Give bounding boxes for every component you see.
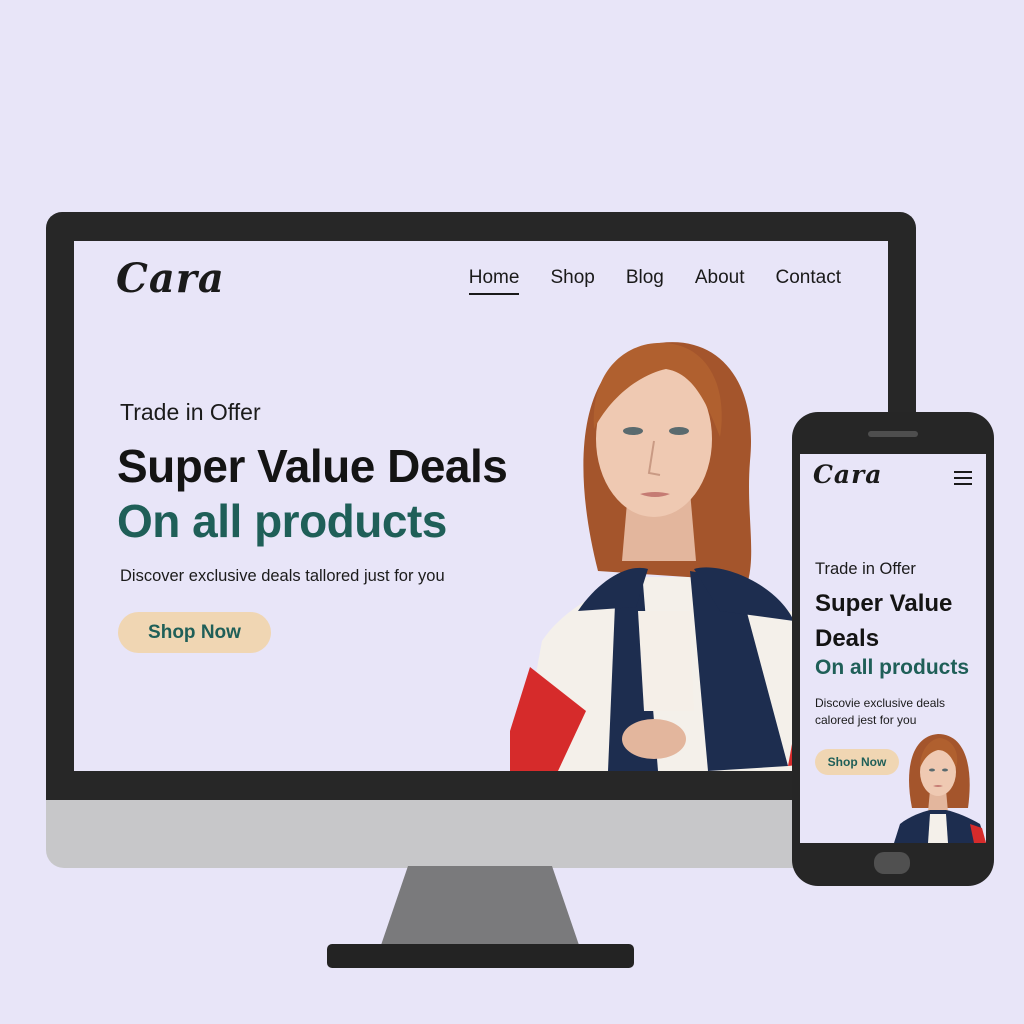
mobile-hero-subheadline: On all products (815, 656, 970, 679)
hamburger-menu-icon[interactable] (954, 471, 972, 485)
monitor-stand (380, 866, 580, 948)
hero-kicker: Trade in Offer (120, 399, 261, 425)
mobile-hero-description: Discovie exclusive deals calored jest fo… (815, 696, 946, 727)
phone-speaker (868, 431, 918, 437)
monitor-chin (46, 800, 916, 868)
mobile-hero-kicker: Trade in Offer (815, 560, 916, 578)
mobile-hero-headline: Super Value Deals (815, 590, 953, 652)
mobile-shop-now-button[interactable]: Shop Now (815, 749, 899, 775)
nav-home[interactable]: Home (468, 267, 520, 295)
brand-logo[interactable]: Cara (116, 255, 225, 302)
shop-now-button[interactable]: Shop Now (118, 612, 271, 653)
phone-home-button[interactable] (874, 852, 910, 874)
nav-contact[interactable]: Contact (776, 267, 841, 295)
nav-about[interactable]: About (695, 267, 745, 295)
hero-description: Discover exclusive deals tallored just f… (120, 567, 445, 585)
nav-shop[interactable]: Shop (550, 267, 594, 295)
nav-blog[interactable]: Blog (626, 267, 664, 295)
main-nav: Home Shop Blog About Contact (468, 267, 841, 295)
monitor-base (327, 944, 634, 968)
mobile-hero-model-image (894, 734, 986, 843)
hero-headline: Super Value Deals (117, 440, 508, 492)
hero-subheadline: On all products (117, 495, 447, 547)
mobile-screen: Cara Trade in Offer Super Value Deals On… (800, 454, 986, 843)
mobile-brand-logo[interactable]: Cara (813, 460, 882, 489)
desktop-screen: Cara Home Shop Blog About Contact Trade … (74, 241, 888, 771)
